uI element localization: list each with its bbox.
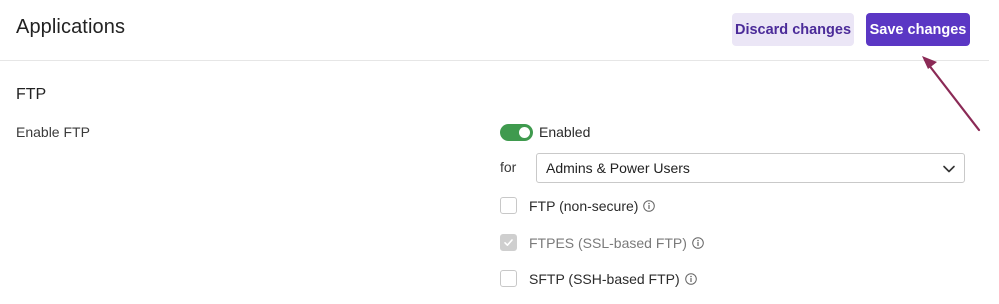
toggle-state-label: Enabled <box>539 124 591 140</box>
ftp-checkbox[interactable] <box>500 197 517 214</box>
select-value: Admins & Power Users <box>546 160 690 176</box>
save-changes-button[interactable]: Save changes <box>866 13 970 46</box>
discard-changes-button[interactable]: Discard changes <box>732 13 854 46</box>
info-icon[interactable] <box>692 237 704 249</box>
for-label: for <box>500 159 517 175</box>
sftp-checkbox[interactable] <box>500 270 517 287</box>
checkmark-icon <box>504 239 513 246</box>
info-icon[interactable] <box>643 200 656 212</box>
ftpes-checkbox[interactable] <box>500 234 517 251</box>
user-group-select[interactable]: Admins & Power Users <box>536 153 965 183</box>
chevron-down-icon <box>943 165 955 173</box>
app-settings-page: Applications Discard changes Save change… <box>0 0 999 304</box>
enable-ftp-label: Enable FTP <box>16 124 90 140</box>
ftp-label: FTP (non-secure) <box>529 198 656 214</box>
toggle-knob <box>519 127 530 138</box>
info-icon[interactable] <box>684 273 697 285</box>
page-title: Applications <box>16 16 126 38</box>
enable-ftp-toggle[interactable] <box>500 124 533 141</box>
annotation-arrow-icon <box>922 56 981 132</box>
ftpes-label: FTPES (SSL-based FTP) <box>529 235 704 251</box>
section-title-ftp: FTP <box>16 86 47 103</box>
page-header: Applications Discard changes Save change… <box>0 0 989 61</box>
sftp-label: SFTP (SSH-based FTP) <box>529 271 697 287</box>
